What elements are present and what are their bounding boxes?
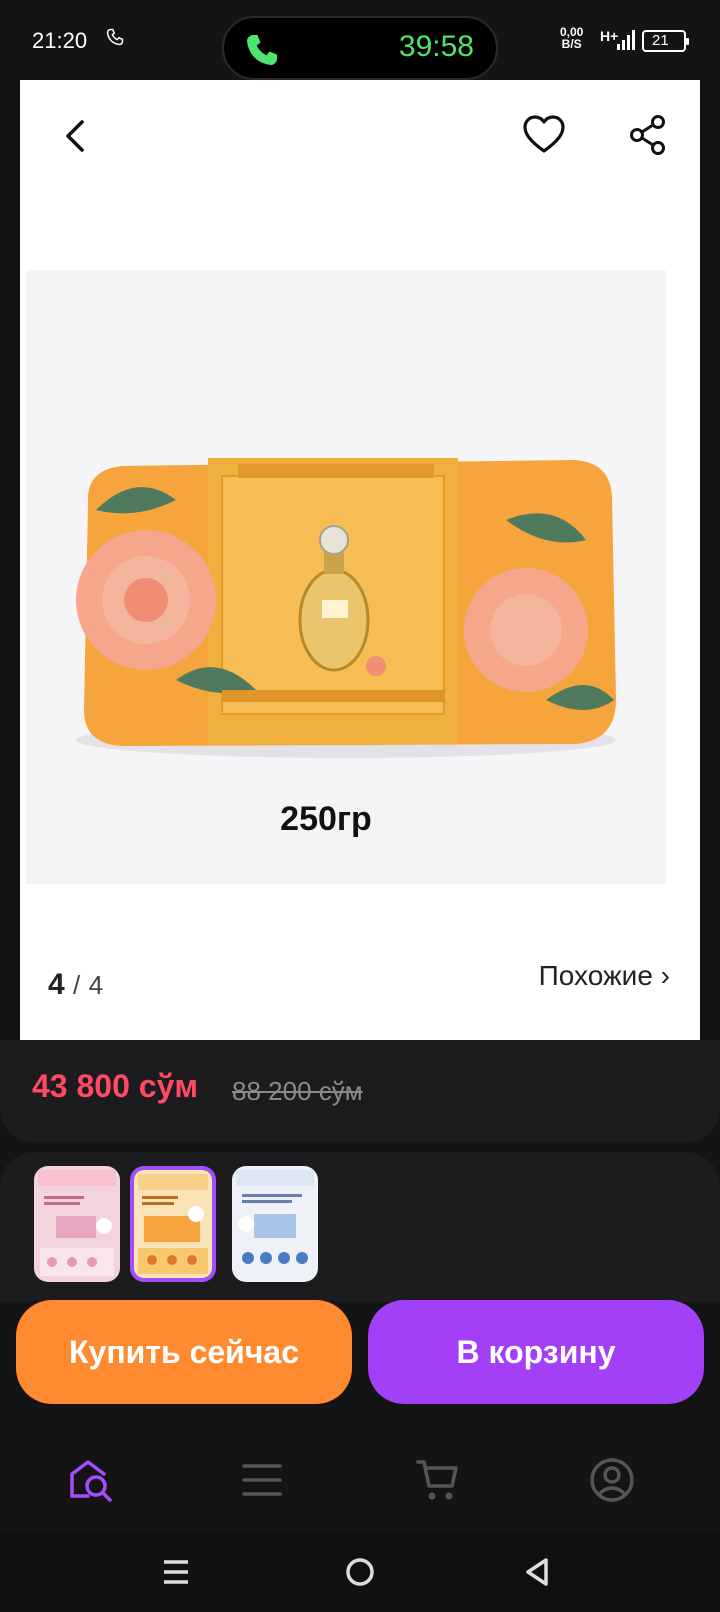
price-current: 43 800 сўм bbox=[32, 1068, 199, 1104]
system-navigation-bar bbox=[0, 1532, 720, 1612]
image-counter-current: 4 bbox=[48, 968, 65, 1001]
price-section: 43 800 сўм 88 200 сўм bbox=[0, 1040, 720, 1142]
share-icon[interactable] bbox=[628, 114, 668, 156]
buy-now-button[interactable]: Купить сейчас bbox=[16, 1300, 352, 1404]
home-circle-icon[interactable] bbox=[342, 1554, 378, 1590]
add-to-cart-button[interactable]: В корзину bbox=[368, 1300, 704, 1404]
thumbnail-variant-1[interactable] bbox=[34, 1166, 120, 1282]
screen: 21:20 39:58 0,00 B/S H+ 21 250гр 4 / 4 П… bbox=[0, 0, 720, 1612]
profile-icon[interactable] bbox=[588, 1456, 636, 1504]
recent-apps-icon[interactable] bbox=[158, 1554, 194, 1590]
back-triangle-icon[interactable] bbox=[520, 1554, 556, 1590]
battery-level: 21 bbox=[652, 32, 669, 49]
status-bar: 21:20 39:58 0,00 B/S H+ 21 bbox=[0, 0, 720, 80]
image-counter: 4 / 4 bbox=[48, 968, 103, 1002]
bottom-navigation bbox=[0, 1420, 720, 1530]
battery-icon: 21 bbox=[642, 30, 689, 52]
thumbnail-image bbox=[34, 1166, 120, 1282]
product-image[interactable]: 250гр bbox=[26, 270, 666, 884]
price-old: 88 200 сўм bbox=[232, 1076, 363, 1106]
network-speed-unit: B/S bbox=[561, 37, 582, 51]
heart-icon[interactable] bbox=[522, 114, 566, 154]
image-caption: 250гр bbox=[280, 800, 372, 838]
status-time: 21:20 bbox=[32, 28, 88, 53]
thumbnail-image bbox=[232, 1166, 318, 1282]
cart-icon[interactable] bbox=[414, 1456, 462, 1504]
variant-thumbnails bbox=[0, 1152, 720, 1302]
home-search-icon[interactable] bbox=[66, 1456, 114, 1504]
image-counter-separator: / bbox=[73, 970, 81, 1000]
network-speed: 0,00 B/S bbox=[560, 26, 583, 50]
thumbnail-variant-2[interactable] bbox=[130, 1166, 216, 1282]
catalog-icon[interactable] bbox=[238, 1456, 286, 1504]
similar-products-link[interactable]: Похожие › bbox=[539, 960, 670, 992]
phone-icon bbox=[106, 28, 124, 46]
call-icon bbox=[247, 35, 277, 65]
signal-icon bbox=[617, 30, 635, 50]
ongoing-call-pill[interactable]: 39:58 bbox=[222, 16, 498, 80]
soap-package-illustration: 250гр bbox=[76, 458, 616, 838]
product-gallery: 250гр 4 / 4 Похожие › bbox=[20, 80, 700, 1040]
call-timer: 39:58 bbox=[398, 30, 474, 63]
back-arrow-icon[interactable] bbox=[58, 118, 94, 154]
thumbnail-variant-3[interactable] bbox=[232, 1166, 318, 1282]
image-counter-total: 4 bbox=[88, 970, 104, 1000]
thumbnail-image bbox=[134, 1170, 212, 1278]
